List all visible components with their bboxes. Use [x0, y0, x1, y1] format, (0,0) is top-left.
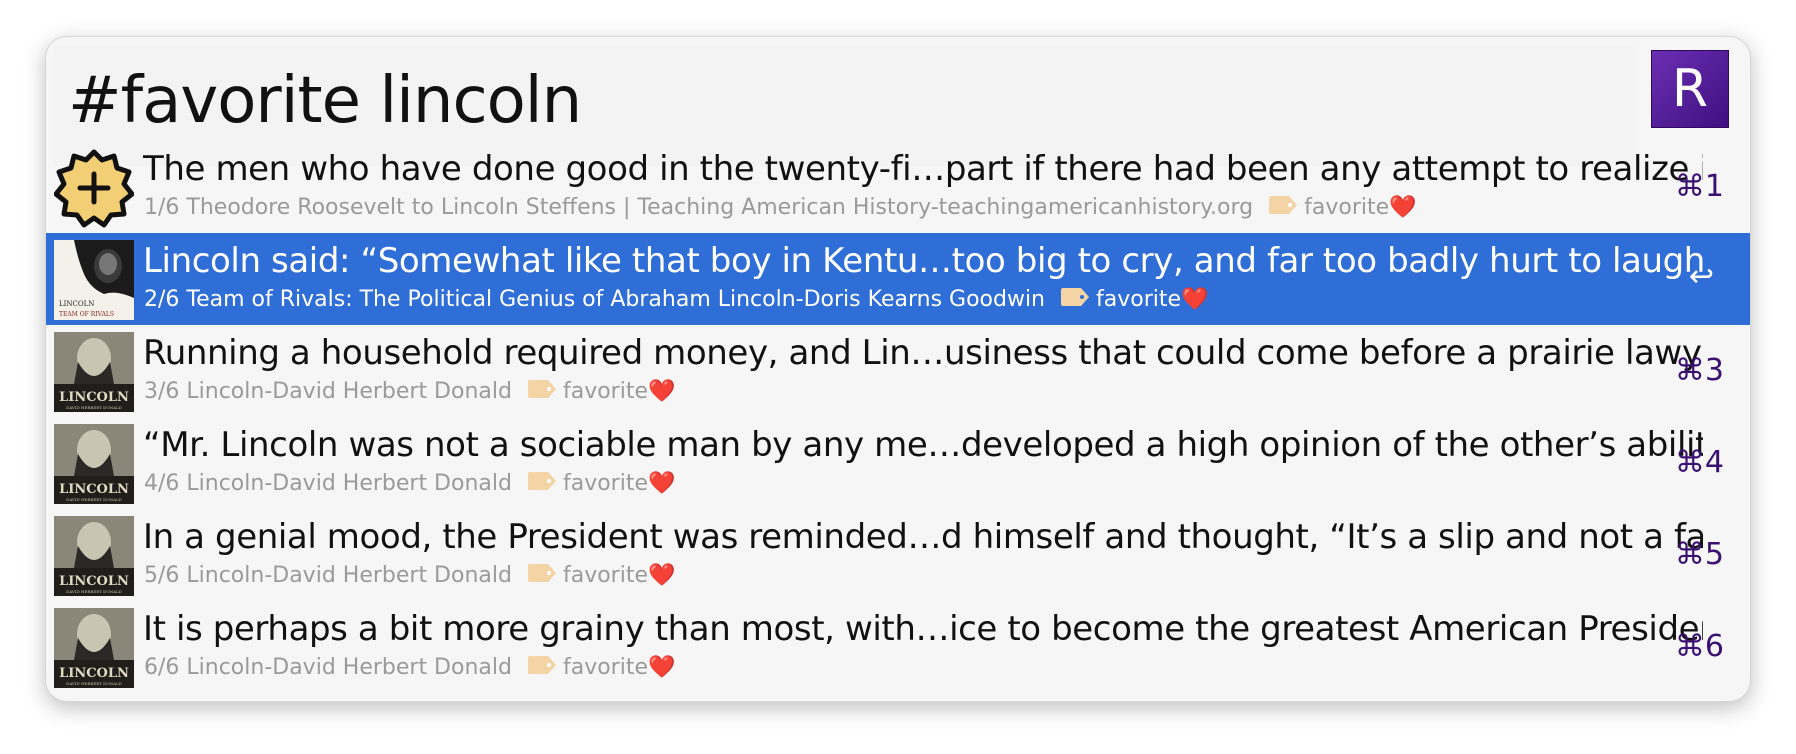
lincoln-book-cover: LINCOLN DAVID HERBERT DONALD [54, 332, 134, 412]
heart-icon: ❤️ [648, 563, 676, 588]
result-subtitle: 6/6 Lincoln-David Herbert Donald favorit… [144, 655, 1704, 681]
cover-subtitle: DAVID HERBERT DONALD [66, 497, 122, 502]
launcher-window: #favorite lincoln R The men who have don… [45, 36, 1751, 702]
tag-icon [1060, 287, 1090, 313]
cover-subtitle: DAVID HERBERT DONALD [66, 681, 122, 686]
return-key-icon: ↩ [1688, 259, 1714, 294]
results-list: The men who have done good in the twenty… [46, 141, 1750, 693]
tag-label: favorite [562, 471, 648, 496]
heart-icon: ❤️ [1181, 287, 1209, 312]
lincoln-book-cover: LINCOLN DAVID HERBERT DONALD [54, 516, 134, 596]
cover-subtitle: DAVID HERBERT DONALD [66, 589, 122, 594]
cover-subtitle: DAVID HERBERT DONALD [66, 405, 122, 410]
heart-icon: ❤️ [648, 655, 676, 680]
result-source: 4/6 Lincoln-David Herbert Donald [144, 471, 512, 496]
tag-icon [1268, 195, 1298, 221]
result-title: Running a household required money, and … [143, 333, 1703, 373]
cover-subtitle: TEAM OF RIVALS [59, 311, 114, 318]
shortcut-label: ⌘6 [1674, 629, 1724, 664]
result-source: 5/6 Lincoln-David Herbert Donald [144, 563, 512, 588]
lincoln-book-cover: LINCOLN DAVID HERBERT DONALD [54, 608, 134, 688]
tag-label: favorite [1096, 287, 1182, 312]
app-badge-icon[interactable]: R [1651, 50, 1729, 128]
tag-label: favorite [1304, 195, 1390, 220]
heart-icon: ❤️ [648, 471, 676, 496]
result-row[interactable]: LINCOLN DAVID HERBERT DONALD In a genial… [46, 509, 1750, 601]
result-subtitle: 5/6 Lincoln-David Herbert Donald favorit… [144, 563, 1704, 589]
team-of-rivals-cover: LINCOLN TEAM OF RIVALS [54, 240, 134, 320]
cover-title: LINCOLN [59, 300, 94, 308]
cover-title: LINCOLN [59, 390, 129, 405]
result-subtitle: 4/6 Lincoln-David Herbert Donald favorit… [144, 471, 1704, 497]
search-query[interactable]: #favorite lincoln [68, 64, 582, 138]
result-row[interactable]: LINCOLN DAVID HERBERT DONALD It is perha… [46, 601, 1750, 693]
tag-icon [527, 379, 557, 405]
result-source: 1/6 Theodore Roosevelt to Lincoln Steffe… [144, 195, 1254, 220]
result-subtitle: 3/6 Lincoln-David Herbert Donald favorit… [144, 379, 1704, 405]
result-title: Lincoln said: “Somewhat like that boy in… [143, 241, 1703, 281]
result-row[interactable]: The men who have done good in the twenty… [46, 141, 1750, 233]
heart-icon: ❤️ [1389, 195, 1417, 220]
cover-title: LINCOLN [59, 666, 129, 681]
gear-plus-icon [54, 148, 134, 228]
tag-icon [527, 655, 557, 681]
tag-icon [527, 563, 557, 589]
cover-title: LINCOLN [59, 482, 129, 497]
result-title: In a genial mood, the President was remi… [143, 517, 1703, 557]
heart-icon: ❤️ [648, 379, 676, 404]
shortcut-label: ⌘3 [1674, 353, 1724, 388]
result-title: The men who have done good in the twenty… [143, 149, 1703, 189]
tag-icon [527, 471, 557, 497]
result-row-selected[interactable]: LINCOLN TEAM OF RIVALS Lincoln said: “So… [46, 233, 1750, 325]
tag-label: favorite [562, 379, 648, 404]
result-source: 3/6 Lincoln-David Herbert Donald [144, 379, 512, 404]
app-badge-letter: R [1671, 59, 1709, 119]
shortcut-label: ⌘1 [1674, 169, 1724, 204]
result-subtitle: 1/6 Theodore Roosevelt to Lincoln Steffe… [144, 195, 1704, 221]
result-title: “Mr. Lincoln was not a sociable man by a… [143, 425, 1703, 465]
cover-title: LINCOLN [59, 574, 129, 589]
result-subtitle: 2/6 Team of Rivals: The Political Genius… [144, 287, 1704, 313]
result-source: 6/6 Lincoln-David Herbert Donald [144, 655, 512, 680]
result-title: It is perhaps a bit more grainy than mos… [143, 609, 1703, 649]
result-source: 2/6 Team of Rivals: The Political Genius… [144, 287, 1046, 312]
shortcut-label: ⌘5 [1674, 537, 1724, 572]
result-row[interactable]: LINCOLN DAVID HERBERT DONALD Running a h… [46, 325, 1750, 417]
tag-label: favorite [562, 655, 648, 680]
tag-label: favorite [562, 563, 648, 588]
shortcut-label: ⌘4 [1674, 445, 1724, 480]
lincoln-book-cover: LINCOLN DAVID HERBERT DONALD [54, 424, 134, 504]
result-row[interactable]: LINCOLN DAVID HERBERT DONALD “Mr. Lincol… [46, 417, 1750, 509]
